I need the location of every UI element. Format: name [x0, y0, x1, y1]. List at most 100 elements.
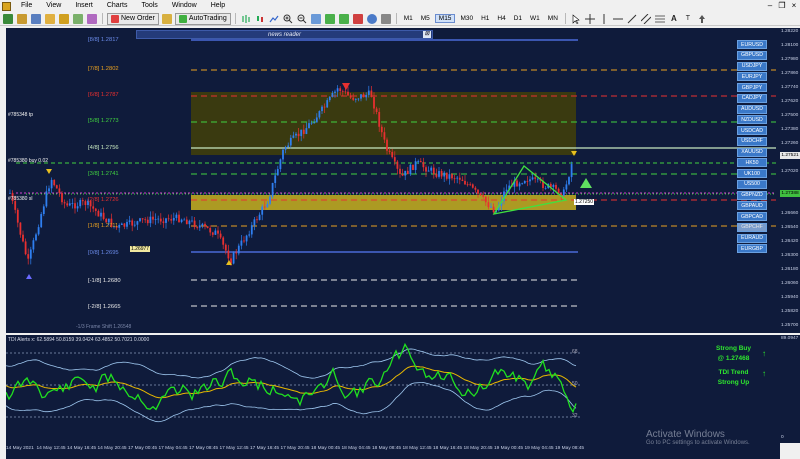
close-icon[interactable]: × [788, 0, 800, 12]
indicators-button[interactable] [352, 13, 364, 25]
price-axis[interactable]: 1.28220 1.28100 1.27980 1.27860 1.27740 … [780, 28, 800, 333]
menu-file[interactable]: File [14, 0, 39, 12]
symbol-button[interactable]: UK100 [737, 169, 767, 178]
menu-help[interactable]: Help [204, 0, 232, 12]
menu-charts[interactable]: Charts [100, 0, 135, 12]
candle-body [295, 133, 297, 136]
new-chart-button[interactable] [2, 13, 14, 25]
price-tick: 1.28220 [781, 29, 799, 34]
symbol-button[interactable]: USDJPY [737, 61, 767, 71]
timeframe-m1[interactable]: M1 [401, 15, 416, 22]
symbol-button[interactable]: EURGBP [737, 244, 767, 254]
price-chart-svg[interactable] [6, 28, 780, 333]
restore-icon[interactable]: ❐ [776, 0, 788, 12]
zoom-in-button[interactable] [282, 13, 294, 25]
minimize-icon[interactable]: – [764, 0, 776, 12]
main-chart[interactable]: news reader ⊠ [8/8] 1.2817 [7/8] 1.2802 … [6, 28, 780, 333]
horizontal-line-button[interactable] [612, 13, 624, 25]
tester-button[interactable] [86, 13, 98, 25]
symbol-button[interactable]: EURUSD [737, 40, 767, 49]
timeframe-d1[interactable]: D1 [511, 15, 525, 22]
symbol-button[interactable]: GBPCAD [737, 212, 767, 221]
trendline-button[interactable] [626, 13, 638, 25]
candle-body [219, 233, 222, 238]
candle-body [289, 137, 292, 146]
line-chart-button[interactable] [268, 13, 280, 25]
zoom-out-button[interactable] [296, 13, 308, 25]
chart-shift-button[interactable] [338, 13, 350, 25]
app-icon [2, 1, 11, 11]
metaeditor-button[interactable] [161, 13, 173, 25]
terminal-button[interactable] [72, 13, 84, 25]
news-close-icon[interactable]: ⊠ [423, 31, 431, 38]
symbol-button-selected[interactable]: GBPCHF [737, 222, 767, 232]
candle-body [534, 177, 537, 179]
symbol-button[interactable]: CADJPY [737, 93, 767, 103]
lower-zone [191, 195, 576, 210]
candle-body [191, 220, 193, 222]
symbol-button[interactable]: US500 [737, 179, 767, 189]
current-price-tag: 1.27250 [574, 199, 595, 205]
bar-chart-button[interactable] [240, 13, 252, 25]
channel-button[interactable] [640, 13, 652, 25]
arrow-tool-button[interactable] [696, 13, 708, 25]
candle-body [253, 219, 256, 226]
candle-body [201, 223, 204, 226]
symbol-button[interactable]: EURAUD [737, 233, 767, 243]
timeframe-mn[interactable]: MN [545, 15, 561, 22]
symbol-button[interactable]: GBPNZD [737, 190, 767, 200]
timeframe-w1[interactable]: W1 [527, 15, 543, 22]
menu-window[interactable]: Window [165, 0, 204, 12]
templates-button[interactable] [380, 13, 392, 25]
tile-windows-button[interactable] [310, 13, 322, 25]
candle-body [417, 161, 420, 162]
navigator-button[interactable] [58, 13, 70, 25]
menu-tools[interactable]: Tools [134, 0, 164, 12]
text-tool-button[interactable]: A [668, 13, 680, 25]
cursor-tool-button[interactable] [570, 13, 582, 25]
low-price-tag: 1.26977 [130, 246, 151, 252]
symbol-button[interactable]: NZDUSD [737, 115, 767, 125]
timeframe-m5[interactable]: M5 [418, 15, 433, 22]
candle-body [193, 220, 196, 228]
news-reader-bar[interactable]: news reader ⊠ [136, 30, 433, 39]
market-watch-button[interactable] [30, 13, 42, 25]
symbol-button[interactable]: EURJPY [737, 72, 767, 82]
data-window-button[interactable] [44, 13, 56, 25]
auto-scroll-button[interactable] [324, 13, 336, 25]
symbol-button[interactable]: USDCHF [737, 136, 767, 146]
timeframe-h4[interactable]: H4 [494, 15, 508, 22]
candle-body [24, 241, 27, 255]
time-tick: 17 May 04:45 [158, 446, 188, 451]
candle-body [464, 180, 466, 185]
menu-insert[interactable]: Insert [68, 0, 100, 12]
symbol-button[interactable]: GBPJPY [737, 83, 767, 92]
vertical-line-button[interactable] [598, 13, 610, 25]
candle-body [63, 202, 66, 204]
periods-button[interactable] [366, 13, 378, 25]
candle-chart-button[interactable] [254, 13, 266, 25]
timeframe-h1[interactable]: H1 [478, 15, 492, 22]
symbol-button[interactable]: GBPUSD [737, 50, 767, 60]
symbol-button[interactable]: HK50 [737, 158, 767, 168]
tdi-indicator-window[interactable]: TDI Alerts x: 62.5894 50.8159 39.0424 63… [6, 335, 780, 443]
candle-body [245, 235, 248, 242]
symbol-button[interactable]: XAUUSD [737, 147, 767, 157]
time-tick: 17 May 00:45 [128, 446, 158, 451]
menu-view[interactable]: View [39, 0, 68, 12]
timeframe-m15[interactable]: M15 [434, 14, 456, 23]
candle-body [305, 128, 308, 134]
candle-body [162, 221, 165, 223]
fibonacci-button[interactable] [654, 13, 666, 25]
timeframe-m30[interactable]: M30 [457, 15, 476, 22]
autotrading-button[interactable]: AutoTrading [174, 12, 231, 25]
crosshair-tool-button[interactable] [584, 13, 596, 25]
navigator-icon [59, 13, 69, 24]
symbol-button[interactable]: GBPAUD [737, 201, 767, 211]
profiles-button[interactable] [16, 13, 28, 25]
symbol-button[interactable]: AUDUSD [737, 104, 767, 114]
label-tool-button[interactable]: T [682, 13, 694, 25]
tdi-axis-top: 89.0947 [781, 336, 799, 341]
new-order-button[interactable]: New Order [107, 12, 159, 25]
symbol-button[interactable]: USDCAD [737, 126, 767, 135]
